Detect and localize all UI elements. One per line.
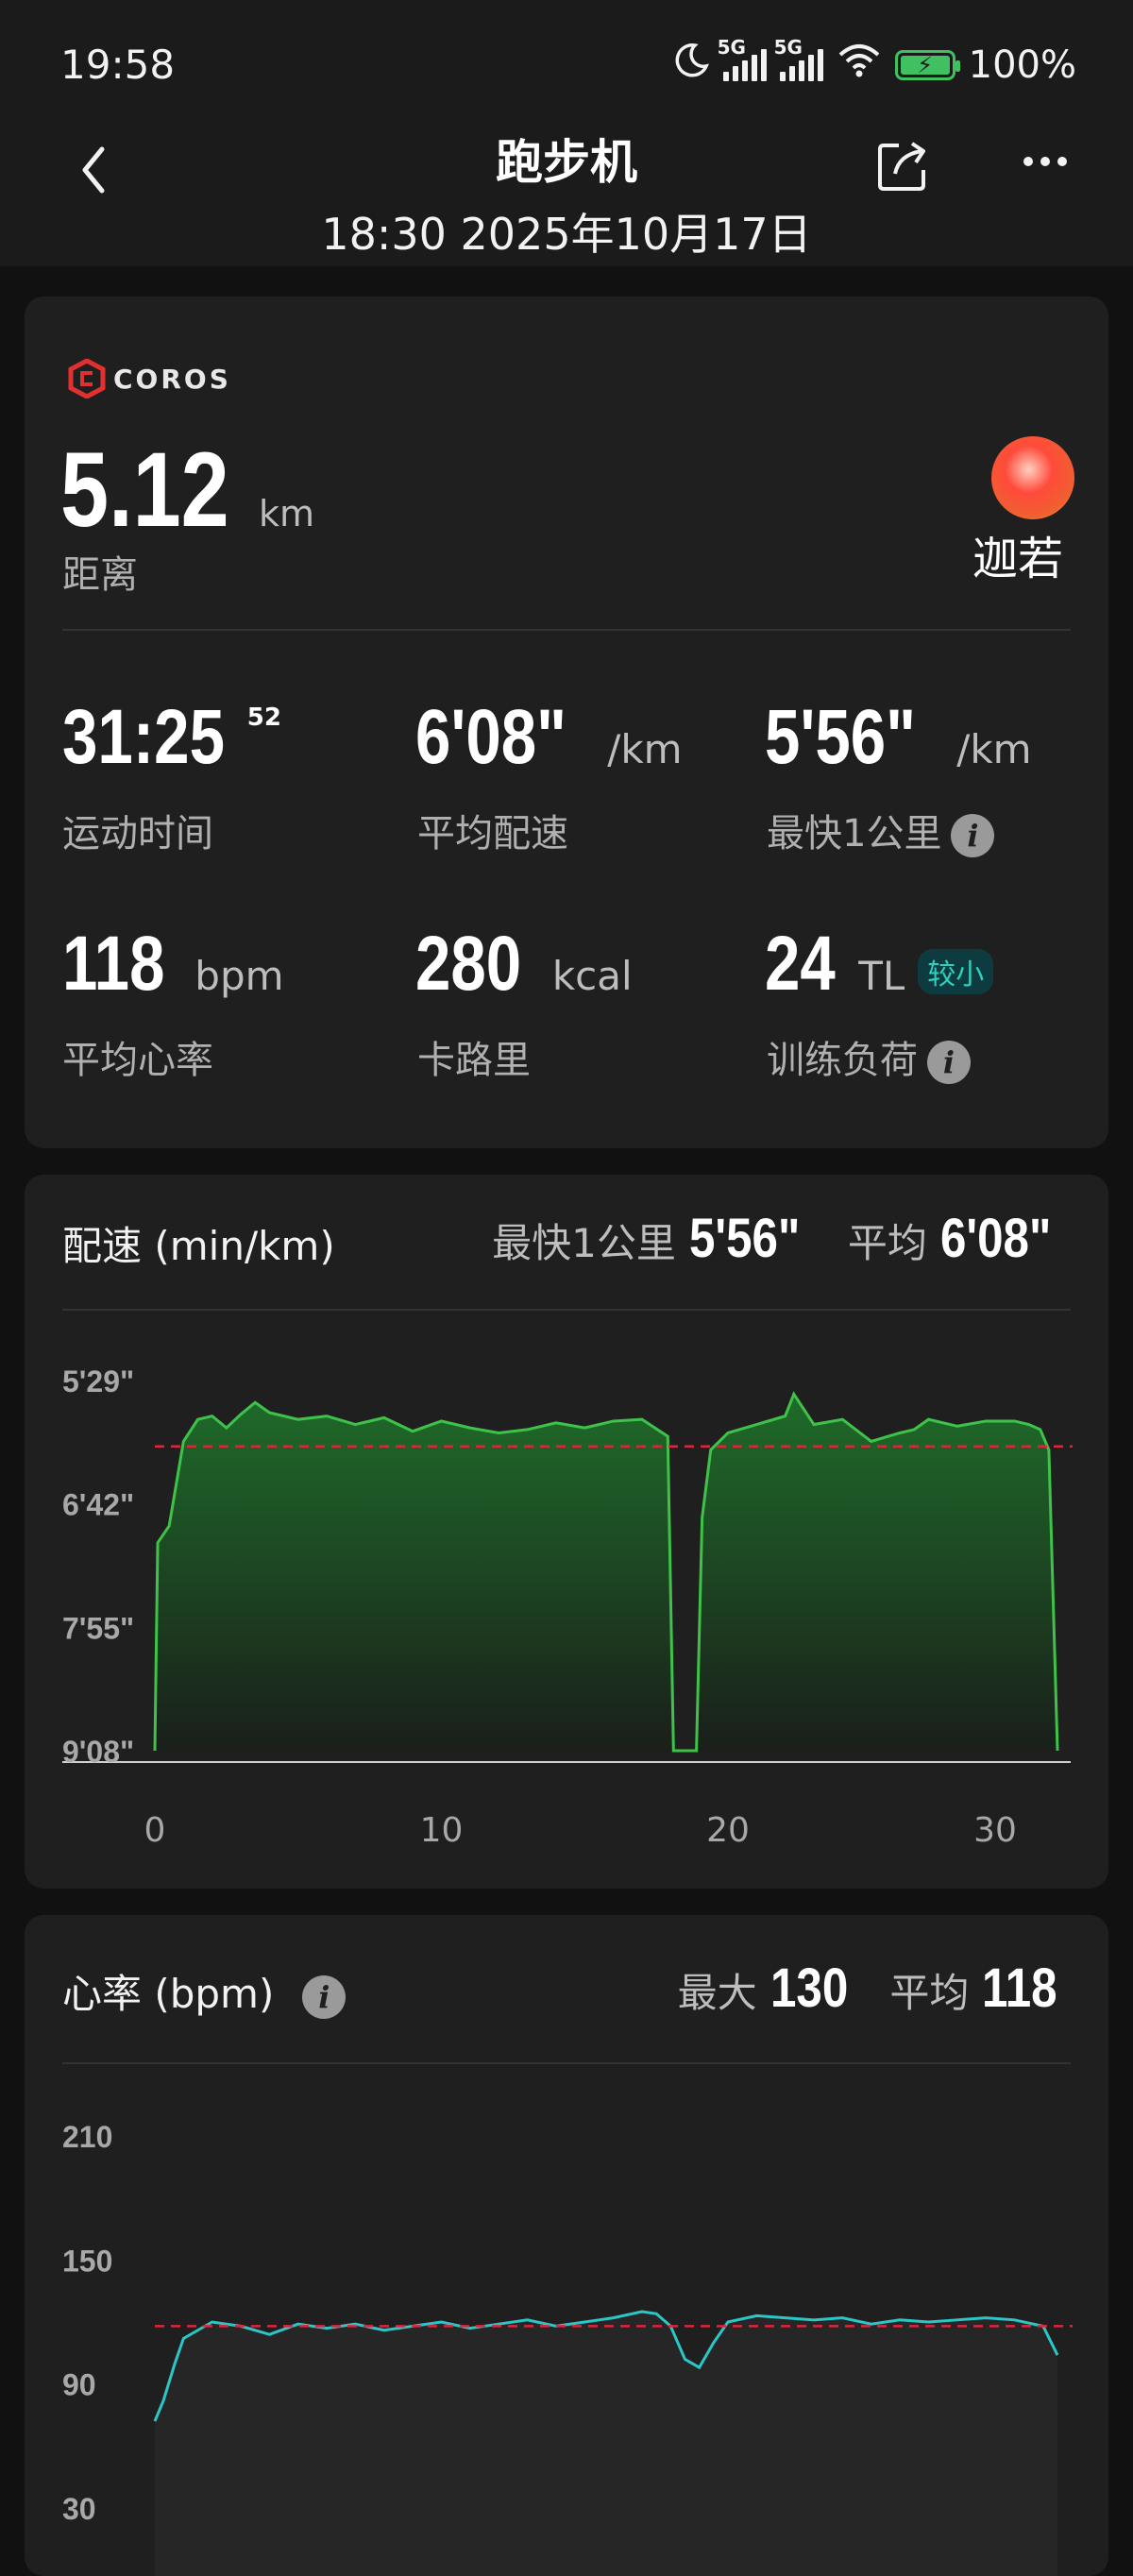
signal-icon: 5G [774, 36, 823, 81]
pace-x-tick-label: 10 [420, 1811, 464, 1850]
avatar[interactable] [991, 436, 1074, 519]
load-value: 24 [765, 921, 836, 1007]
pace-x-tick-label: 20 [706, 1811, 750, 1850]
metric-time: 31:25 52 [62, 693, 281, 782]
pace-y-tick-label: 6'42" [62, 1488, 134, 1522]
calories-value: 280 [415, 921, 522, 1007]
share-icon[interactable] [874, 138, 931, 195]
load-badge: 较小 [918, 949, 994, 994]
load-label: 训练负荷 i [767, 1029, 971, 1084]
avg-pace-label: 平均配速 [417, 812, 568, 856]
distance-label: 距离 [62, 553, 138, 597]
hr-area [155, 2312, 1057, 2576]
divider [62, 629, 1071, 631]
user-name: 迦若 [972, 533, 1064, 585]
metric-calories: 280 kcal [415, 920, 633, 1008]
pace-x-tick-label: 30 [973, 1811, 1017, 1850]
avg-hr-unit: bpm [194, 953, 284, 999]
battery-level: 100% [968, 43, 1076, 87]
hr-y-tick-label: 150 [62, 2244, 112, 2278]
fastest-km-label: 最快1公里 i [767, 803, 995, 857]
distance-unit: km [258, 493, 315, 534]
distance-value: 5.12 [60, 431, 229, 549]
time-label: 运动时间 [62, 812, 213, 856]
hr-y-tick-label: 210 [62, 2120, 112, 2154]
pace-x-tick-label: 0 [144, 1811, 166, 1850]
metric-training-load: 24 TL 较小 [765, 920, 994, 1008]
battery-charging-icon: ⚡ [894, 50, 960, 80]
avg-hr-label: 平均心率 [62, 1039, 213, 1082]
time-value: 31:25 [62, 694, 225, 780]
calories-label: 卡路里 [417, 1039, 531, 1082]
hr-y-tick-label: 90 [62, 2368, 96, 2402]
signal-icon: 5G [718, 36, 767, 81]
more-icon[interactable] [1023, 157, 1067, 166]
fastest-km-unit: /km [956, 726, 1032, 772]
load-unit: TL [858, 953, 905, 999]
heart-rate-chart: 2101509030 [62, 2120, 1073, 2576]
brand-logo: COROS [68, 359, 231, 398]
avg-pace-value: 6'08" [415, 694, 567, 780]
fastest-km-label-text: 最快1公里 [767, 812, 942, 856]
pace-card: 配速 (min/km) 最快1公里 5'56" 平均 6'08" 5'29" 6'… [25, 1175, 1108, 1889]
heart-rate-card: 心率 (bpm) i 最大 130 平均 118 210 150 90 30 [25, 1915, 1108, 2576]
summary-card: COROS 5.12 km 距离 迦若 31:25 52 运动时间 6'08" … [25, 297, 1108, 1148]
pace-y-tick-label: 9'08" [62, 1735, 134, 1769]
coros-logo-icon [68, 359, 106, 398]
avg-pace-unit: /km [607, 726, 683, 772]
metric-fastest-km: 5'56" /km [765, 693, 1032, 782]
distance: 5.12 km [60, 429, 314, 551]
avg-hr-value: 118 [62, 921, 165, 1007]
info-icon[interactable]: i [927, 1041, 971, 1084]
fastest-km-value: 5'56" [765, 694, 917, 780]
page-title: 跑步机 [496, 135, 637, 190]
time-sup: 52 [246, 703, 281, 732]
moon-icon [672, 42, 710, 89]
pace-y-tick-label: 5'29" [62, 1364, 134, 1398]
metric-avg-pace: 6'08" /km [415, 693, 683, 782]
wifi-icon [837, 42, 882, 89]
calories-unit: kcal [551, 953, 633, 999]
pace-y-tick-label: 7'55" [62, 1611, 134, 1645]
status-icons: 5G 5G ⚡ 100% [672, 36, 1076, 89]
pace-chart: 5'29" 6'42" 7'55" 9'08" 0 10 20 30 [62, 1364, 1073, 1850]
info-icon[interactable]: i [951, 814, 995, 857]
status-time: 19:58 [60, 42, 176, 88]
metric-avg-hr: 118 bpm [62, 920, 284, 1008]
load-label-text: 训练负荷 [767, 1039, 918, 1082]
page-subtitle: 18:30 2025年10月17日 [321, 209, 812, 260]
